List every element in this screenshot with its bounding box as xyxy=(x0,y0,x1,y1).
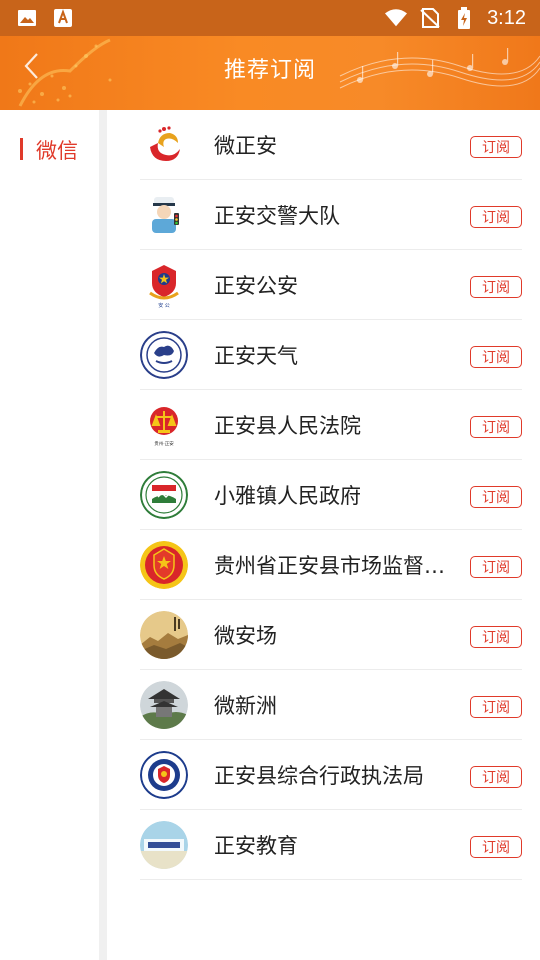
account-name: 正安县人民法院 xyxy=(214,413,361,438)
subscribe-button[interactable]: 订阅 xyxy=(470,836,522,858)
list-item[interactable]: 正安教育 订阅 xyxy=(140,810,522,880)
list-item[interactable]: 贵州省正安县市场监督… 订阅 xyxy=(140,530,522,600)
account-name: 正安天气 xyxy=(214,343,298,368)
list-item[interactable]: 小雅镇人民政府 订阅 xyxy=(140,460,522,530)
no-sim-icon xyxy=(419,7,441,29)
subscribe-button[interactable]: 订阅 xyxy=(470,276,522,298)
subscribe-button[interactable]: 订阅 xyxy=(470,766,522,788)
category-sidebar: 微信 xyxy=(0,110,100,960)
account-name: 微新洲 xyxy=(214,693,277,718)
subscribe-button[interactable]: 订阅 xyxy=(470,136,522,158)
police-emblem-icon: 安 公 xyxy=(140,260,188,309)
list-item[interactable]: 贵州·正安 正安县人民法院 订阅 xyxy=(140,390,522,460)
subscribe-button[interactable]: 订阅 xyxy=(470,206,522,228)
image-icon xyxy=(16,7,38,29)
account-name: 正安教育 xyxy=(214,833,298,858)
account-name: 小雅镇人民政府 xyxy=(214,483,361,508)
svg-text:安 公: 安 公 xyxy=(158,302,170,309)
sidebar-item-wechat[interactable]: 微信 xyxy=(0,110,100,190)
list-item[interactable]: 微正安 订阅 xyxy=(140,110,522,180)
account-list: 微正安 订阅 正安交警大队 订阅 安 公 正安公安 订阅 正安天气 订阅 贵州·… xyxy=(140,110,522,880)
weather-bureau-logo-icon xyxy=(140,330,188,379)
education-logo-icon xyxy=(140,820,188,869)
wei-zhengan-logo-icon xyxy=(140,120,188,169)
subscribe-button[interactable]: 订阅 xyxy=(470,626,522,648)
pavilion-photo-icon xyxy=(140,680,188,729)
font-a-icon xyxy=(52,7,74,29)
account-name: 微安场 xyxy=(214,623,277,648)
app-header: 推荐订阅 xyxy=(0,36,540,110)
subscribe-button[interactable]: 订阅 xyxy=(470,556,522,578)
list-item[interactable]: 正安天气 订阅 xyxy=(140,320,522,390)
market-supervision-emblem-icon xyxy=(140,540,188,589)
sidebar-divider xyxy=(99,110,107,960)
page-title: 推荐订阅 xyxy=(223,58,316,83)
sidebar-item-label: 微信 xyxy=(36,139,78,163)
subscribe-button[interactable]: 订阅 xyxy=(470,346,522,368)
traffic-police-logo-icon xyxy=(140,190,188,239)
list-item[interactable]: 正安县综合行政执法局 订阅 xyxy=(140,740,522,810)
list-item[interactable]: 正安交警大队 订阅 xyxy=(140,180,522,250)
account-name: 微正安 xyxy=(214,133,277,158)
wifi-icon xyxy=(385,7,408,29)
status-bar: 3:12 xyxy=(0,0,540,36)
law-enforcement-badge-icon xyxy=(140,750,188,799)
subscribe-button[interactable]: 订阅 xyxy=(470,486,522,508)
selected-indicator xyxy=(20,138,23,160)
account-name: 贵州省正安县市场监督… xyxy=(214,553,445,578)
town-government-logo-icon xyxy=(140,470,188,519)
clock: 3:12 xyxy=(487,6,526,29)
list-item[interactable]: 微安场 订阅 xyxy=(140,600,522,670)
account-name: 正安交警大队 xyxy=(214,203,340,228)
subscribe-button[interactable]: 订阅 xyxy=(470,696,522,718)
account-name: 正安县综合行政执法局 xyxy=(214,763,424,788)
court-emblem-icon: 贵州·正安 xyxy=(140,400,188,449)
account-name: 正安公安 xyxy=(214,273,298,298)
subscribe-button[interactable]: 订阅 xyxy=(470,416,522,438)
battery-charging-icon xyxy=(453,7,475,29)
anchang-landscape-icon xyxy=(140,610,188,659)
svg-text:贵州·正安: 贵州·正安 xyxy=(154,440,174,447)
list-item[interactable]: 微新洲 订阅 xyxy=(140,670,522,740)
list-item[interactable]: 安 公 正安公安 订阅 xyxy=(140,250,522,320)
